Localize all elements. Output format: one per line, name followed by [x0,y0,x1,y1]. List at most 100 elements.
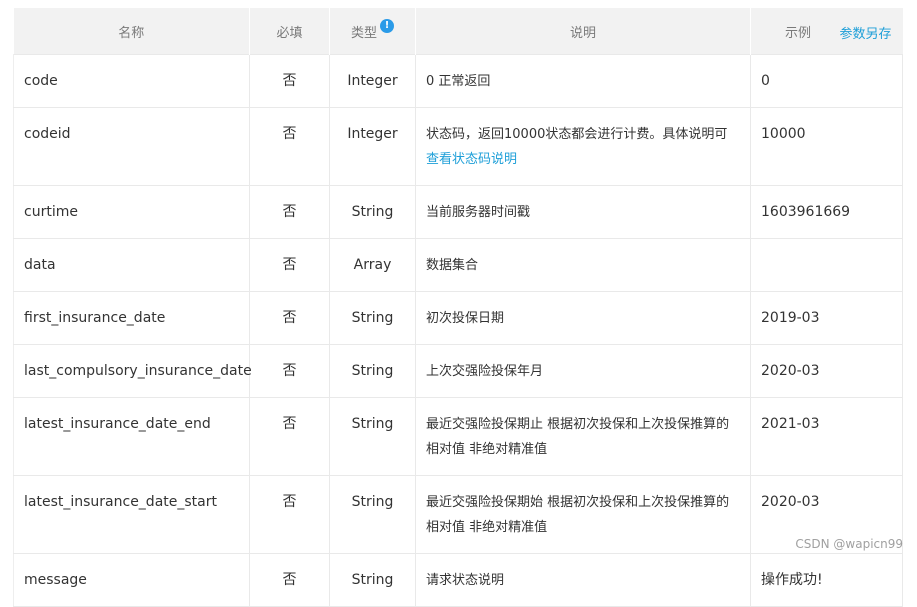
param-example-cell: 2020-03 [750,344,903,398]
param-required-cell: 否 [249,54,330,108]
param-description: 0 正常返回 [426,74,491,89]
header-name-label: 名称 [118,25,145,41]
param-required: 否 [282,572,297,588]
param-name: message [24,572,87,588]
param-example-cell: 1603961669 [750,185,903,239]
param-type: String [351,310,394,326]
param-type-cell: String [329,291,416,345]
status-code-doc-link[interactable]: 查看状态码说明 [426,152,517,167]
param-type: String [351,494,394,510]
param-required: 否 [282,257,297,273]
param-name: latest_insurance_date_end [24,416,211,432]
param-example-cell: 操作成功! [750,553,903,607]
param-description: 最近交强险投保期止 根据初次投保和上次投保推算的相对值 非绝对精准值 [426,417,730,457]
header-required: 必填 [249,8,330,55]
param-name: codeid [24,126,71,142]
param-type-cell: Integer [329,107,416,186]
param-name: first_insurance_date [24,310,166,326]
param-type: String [351,204,394,220]
param-example: 2019-03 [761,310,820,326]
param-required-cell: 否 [249,397,330,476]
param-required: 否 [282,126,297,142]
param-type: String [351,363,394,379]
param-description-cell: 当前服务器时间戳 [415,185,751,239]
param-description-cell: 初次投保日期 [415,291,751,345]
header-description-label: 说明 [569,25,596,41]
param-description: 状态码，返回10000状态都会进行计费。具体说明可 [426,127,728,142]
param-example: 2020-03 [761,494,820,510]
param-name: code [24,73,58,89]
header-example-label: 示例 [785,25,812,41]
param-required-cell: 否 [249,553,330,607]
param-name: latest_insurance_date_start [24,494,217,510]
param-required-cell: 否 [249,185,330,239]
param-required-cell: 否 [249,475,330,554]
param-type-cell: String [329,397,416,476]
table-body: code 否 Integer 0 正常返回 0 codeid 否 Integer 状态码，返回1… [13,54,903,607]
param-name-cell: first_insurance_date [13,291,250,345]
table-row: latest_insurance_date_start 否 String 最近交强险投… [13,475,903,554]
param-required: 否 [282,204,297,220]
param-name-cell: data [13,238,250,292]
param-type: String [351,572,394,588]
param-name: curtime [24,204,78,220]
param-description: 请求状态说明 [426,573,505,588]
param-description-cell: 状态码，返回10000状态都会进行计费。具体说明可查看状态码说明 [415,107,751,186]
param-name: data [24,257,56,273]
param-example-cell: 2019-03 [750,291,903,345]
param-type-cell: String [329,344,416,398]
param-name-cell: last_compulsory_insurance_date [13,344,252,398]
param-description: 当前服务器时间戳 [426,205,531,220]
param-required-cell: 否 [249,107,330,186]
param-required: 否 [282,494,297,510]
param-type-cell: String [329,475,416,554]
param-example: 1603961669 [761,204,851,220]
param-description-cell: 0 正常返回 [415,54,751,108]
param-required: 否 [282,416,297,432]
param-required: 否 [282,363,297,379]
param-name: last_compulsory_insurance_date [24,363,252,379]
table-row: curtime 否 String 当前服务器时间戳 1603961669 [13,185,903,239]
header-required-label: 必填 [276,25,303,41]
table-row: latest_insurance_date_end 否 String 最近交强险投保期… [13,397,903,476]
header-example: 示例 参数另存 [750,8,903,55]
param-example-cell: 0 [750,54,903,108]
response-params-table: 名称 必填 类型! 说明 示例 参数另存 code 否 Integer 0 正常返回 0… [13,8,903,607]
header-type: 类型! [329,8,416,55]
param-name-cell: message [13,553,250,607]
param-type-cell: Integer [329,54,416,108]
param-description-cell: 数据集合 [415,238,751,292]
param-name-cell: codeid [13,107,250,186]
param-example: 2021-03 [761,416,820,432]
param-required: 否 [282,73,297,89]
param-type-cell: Array [329,238,416,292]
table-row: codeid 否 Integer 状态码，返回10000状态都会进行计费。具体说明可查… [13,107,903,186]
param-description-cell: 请求状态说明 [415,553,751,607]
header-name: 名称 [13,8,250,55]
table-row: first_insurance_date 否 String 初次投保日期 2019-03 [13,291,903,345]
save-params-link[interactable]: 参数另存 [839,23,891,42]
param-description-cell: 最近交强险投保期止 根据初次投保和上次投保推算的相对值 非绝对精准值 [415,397,751,476]
param-required-cell: 否 [249,344,330,398]
param-type-cell: String [329,185,416,239]
header-type-label: 类型 [350,25,377,41]
param-type: Array [353,257,392,273]
param-name-cell: latest_insurance_date_start [13,475,250,554]
table-row: last_compulsory_insurance_date 否 String 上次交… [13,344,903,398]
table-row: data 否 Array 数据集合 [13,238,903,292]
param-required: 否 [282,310,297,326]
param-type: Integer [347,73,398,89]
watermark: CSDN @wapicn99 [795,537,903,551]
info-icon[interactable]: ! [380,18,394,33]
table-row: code 否 Integer 0 正常返回 0 [13,54,903,108]
param-example: 2020-03 [761,363,820,379]
param-description: 最近交强险投保期始 根据初次投保和上次投保推算的相对值 非绝对精准值 [426,495,730,535]
param-example: 操作成功! [761,572,823,588]
param-name-cell: code [13,54,250,108]
param-description: 数据集合 [426,258,479,273]
param-type: String [351,416,394,432]
param-example-cell [750,238,903,292]
param-example-cell: 2021-03 [750,397,903,476]
param-description-cell: 上次交强险投保年月 [415,344,751,398]
param-required-cell: 否 [249,291,330,345]
